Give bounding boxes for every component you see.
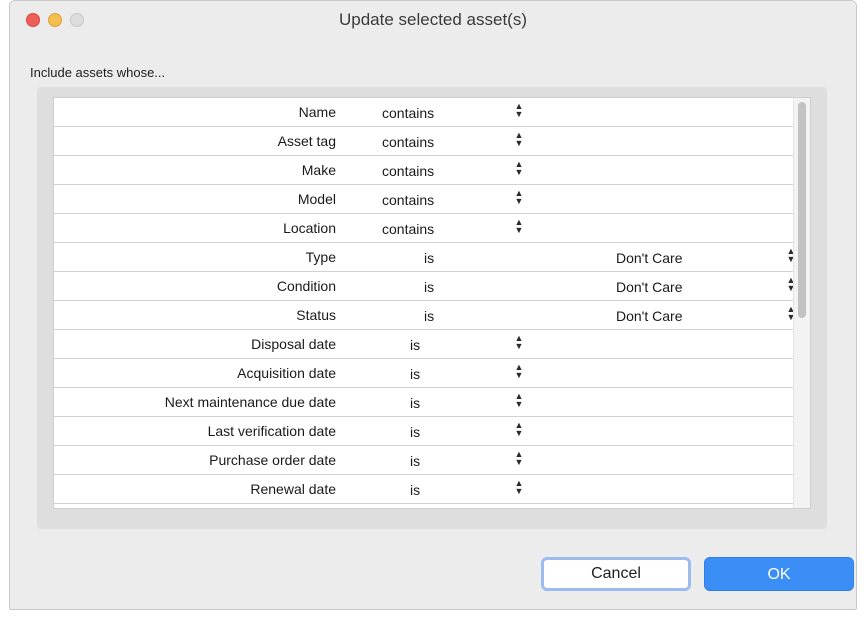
operator-select[interactable]: contains: [382, 192, 434, 208]
filter-row-disposal-date: Disposal date is ▲ ▼: [54, 330, 794, 359]
field-label: Status: [296, 307, 336, 323]
operator-stepper-icon[interactable]: ▲ ▼: [514, 102, 524, 120]
filter-row-status: Status is Don't Care ▲ ▼: [54, 301, 795, 330]
filter-row-condition: Condition is Don't Care ▲ ▼: [54, 272, 795, 301]
operator-select[interactable]: is: [410, 453, 420, 469]
operator-text: is: [424, 308, 435, 324]
operator-text: is: [424, 250, 435, 266]
field-label: Last verification date: [207, 423, 336, 439]
field-label: Location: [283, 220, 336, 236]
operator-stepper-icon[interactable]: ▲ ▼: [514, 160, 524, 178]
value-select[interactable]: Don't Care: [616, 279, 682, 295]
filter-panel: Name contains ▲ ▼ Asset tag contains ▲ ▼ M…: [37, 87, 827, 529]
filter-row-name: Name contains ▲ ▼: [54, 98, 794, 127]
operator-stepper-icon[interactable]: ▲ ▼: [514, 450, 524, 468]
window-title: Update selected asset(s): [338, 10, 528, 29]
operator-select[interactable]: is: [410, 337, 420, 353]
field-label: Asset tag: [277, 133, 336, 149]
dialog-window: Update selected asset(s) Include assets …: [9, 0, 857, 610]
field-label: Renewal date: [250, 481, 336, 497]
filter-row-location: Location contains ▲ ▼: [54, 214, 794, 243]
operator-stepper-icon[interactable]: ▲ ▼: [514, 392, 524, 410]
cancel-button[interactable]: Cancel: [541, 557, 691, 591]
vertical-scrollbar[interactable]: [793, 98, 810, 508]
operator-select[interactable]: contains: [382, 163, 434, 179]
field-label: Name: [298, 104, 336, 120]
field-label: Condition: [276, 278, 336, 294]
value-select[interactable]: Don't Care: [616, 308, 682, 324]
field-label: Purchase order date: [209, 452, 336, 468]
operator-text: is: [424, 279, 435, 295]
title-bar: Update selected asset(s): [10, 1, 856, 37]
filter-row-make: Make contains ▲ ▼: [54, 156, 794, 185]
operator-select[interactable]: contains: [382, 221, 434, 237]
operator-stepper-icon[interactable]: ▲ ▼: [514, 218, 524, 236]
field-label: Model: [297, 191, 336, 207]
field-label: Next maintenance due date: [164, 394, 336, 410]
filter-row-purchase-order-date: Purchase order date is ▲ ▼: [54, 446, 794, 475]
field-label: Type: [305, 249, 336, 265]
filter-row-renewal-date: Renewal date is ▲ ▼: [54, 475, 794, 504]
filter-row-last-verification-date: Last verification date is ▲ ▼: [54, 417, 794, 446]
scrollbar-thumb[interactable]: [798, 102, 806, 318]
filter-row-asset-tag: Asset tag contains ▲ ▼: [54, 127, 794, 156]
field-label: Make: [301, 162, 336, 178]
filter-instruction: Include assets whose...: [30, 65, 166, 80]
operator-stepper-icon[interactable]: ▲ ▼: [514, 131, 524, 149]
operator-select[interactable]: contains: [382, 134, 434, 150]
operator-stepper-icon[interactable]: ▲ ▼: [514, 189, 524, 207]
filter-table: Name contains ▲ ▼ Asset tag contains ▲ ▼ M…: [53, 97, 811, 509]
value-select[interactable]: Don't Care: [616, 250, 682, 266]
operator-stepper-icon[interactable]: ▲ ▼: [514, 334, 524, 352]
filter-row-type: Type is Don't Care ▲ ▼: [54, 243, 795, 272]
operator-stepper-icon[interactable]: ▲ ▼: [514, 421, 524, 439]
operator-select[interactable]: contains: [382, 105, 434, 121]
operator-stepper-icon[interactable]: ▲ ▼: [514, 363, 524, 381]
operator-select[interactable]: is: [410, 424, 420, 440]
filter-row-acquisition-date: Acquisition date is ▲ ▼: [54, 359, 794, 388]
filter-row-model: Model contains ▲ ▼: [54, 185, 794, 214]
field-label: Disposal date: [251, 336, 336, 352]
operator-select[interactable]: is: [410, 366, 420, 382]
operator-select[interactable]: is: [410, 482, 420, 498]
filter-row-next-maintenance-due-date: Next maintenance due date is ▲ ▼: [54, 388, 794, 417]
ok-button[interactable]: OK: [704, 557, 854, 591]
operator-stepper-icon[interactable]: ▲ ▼: [514, 479, 524, 497]
field-label: Acquisition date: [237, 365, 336, 381]
operator-select[interactable]: is: [410, 395, 420, 411]
